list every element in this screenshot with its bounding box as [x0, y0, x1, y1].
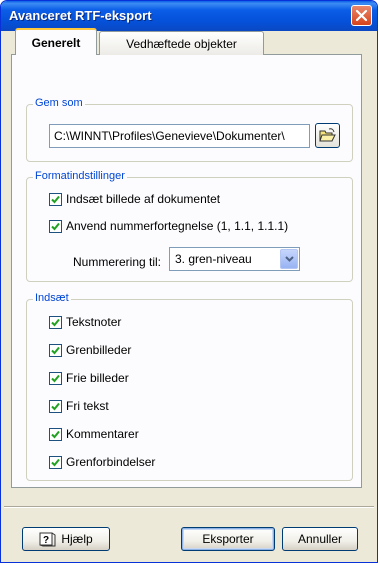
- export-button[interactable]: Eksporter: [181, 527, 275, 551]
- button-separator: [4, 506, 374, 508]
- checkmark-icon: [51, 402, 60, 410]
- checkbox-box[interactable]: [49, 192, 62, 206]
- tab-vedhaeftede-objekter[interactable]: Vedhæftede objekter: [99, 31, 264, 55]
- numbering-level-select[interactable]: 3. gren-niveau: [169, 247, 300, 271]
- title-bar[interactable]: Avanceret RTF-eksport: [1, 1, 377, 31]
- help-button[interactable]: ? Hjælp: [22, 527, 110, 551]
- checkbox-label: Tekstnoter: [66, 315, 122, 329]
- checkbox-box[interactable]: [49, 427, 62, 441]
- checkbox-box[interactable]: [49, 455, 62, 469]
- checkbox-label: Grenbilleder: [66, 343, 132, 357]
- checkmark-icon: [51, 458, 60, 466]
- chevron-down-icon: [284, 256, 294, 262]
- window-title: Avanceret RTF-eksport: [9, 8, 152, 23]
- checkmark-icon: [51, 346, 60, 354]
- checkmark-icon: [51, 222, 60, 230]
- cancel-button[interactable]: Annuller: [282, 527, 358, 551]
- checkbox-fri-tekst[interactable]: Fri tekst: [49, 399, 109, 413]
- checkbox-frie-billeder[interactable]: Frie billeder: [49, 371, 129, 385]
- checkbox-kommentarer[interactable]: Kommentarer: [49, 427, 139, 441]
- checkbox-box[interactable]: [49, 343, 62, 357]
- checkbox-box[interactable]: [49, 399, 62, 413]
- close-icon: [355, 9, 368, 22]
- close-button[interactable]: [351, 5, 372, 26]
- checkmark-icon: [51, 374, 60, 382]
- numbering-label: Anvend nummerfortegnelse (1, 1.1, 1.1.1): [66, 219, 289, 233]
- checkbox-label: Grenforbindelser: [66, 455, 156, 469]
- checkbox-label: Kommentarer: [66, 427, 139, 441]
- checkbox-grenbilleder[interactable]: Grenbilleder: [49, 343, 131, 357]
- path-input[interactable]: C:\WINNT\Profiles\Genevieve\Dokumenter\: [49, 124, 310, 148]
- checkbox-label: Fri tekst: [66, 399, 109, 413]
- save-as-group-title: Gem som: [33, 97, 85, 109]
- insert-image-label: Indsæt billede af dokumentet: [66, 192, 221, 206]
- checkmark-icon: [51, 318, 60, 326]
- dialog-window: Avanceret RTF-eksport Generelt Vedhæfted…: [0, 0, 378, 563]
- checkbox-box[interactable]: [49, 219, 62, 233]
- dropdown-button[interactable]: [280, 249, 298, 269]
- checkbox-box[interactable]: [49, 371, 62, 385]
- numbering-to-label: Nummerering til:: [73, 255, 162, 269]
- tab-generelt[interactable]: Generelt: [15, 28, 97, 55]
- numbering-level-value: 3. gren-niveau: [175, 252, 252, 266]
- folder-open-icon: [319, 128, 336, 142]
- checkbox-box[interactable]: [49, 315, 62, 329]
- numbering-checkbox[interactable]: Anvend nummerfortegnelse (1, 1.1, 1.1.1): [49, 219, 288, 233]
- help-book-icon: ?: [39, 532, 56, 547]
- format-settings-group-title: Formatindstillinger: [33, 170, 127, 182]
- insert-image-checkbox[interactable]: Indsæt billede af dokumentet: [49, 192, 220, 206]
- svg-text:?: ?: [43, 535, 49, 546]
- browse-button[interactable]: [315, 123, 340, 148]
- checkbox-label: Frie billeder: [66, 371, 129, 385]
- insert-group-title: Indsæt: [33, 292, 71, 304]
- checkmark-icon: [51, 430, 60, 438]
- checkbox-tekstnoter[interactable]: Tekstnoter: [49, 315, 121, 329]
- checkbox-grenforbindelser[interactable]: Grenforbindelser: [49, 455, 155, 469]
- help-button-label: Hjælp: [61, 532, 93, 546]
- checkmark-icon: [51, 195, 60, 203]
